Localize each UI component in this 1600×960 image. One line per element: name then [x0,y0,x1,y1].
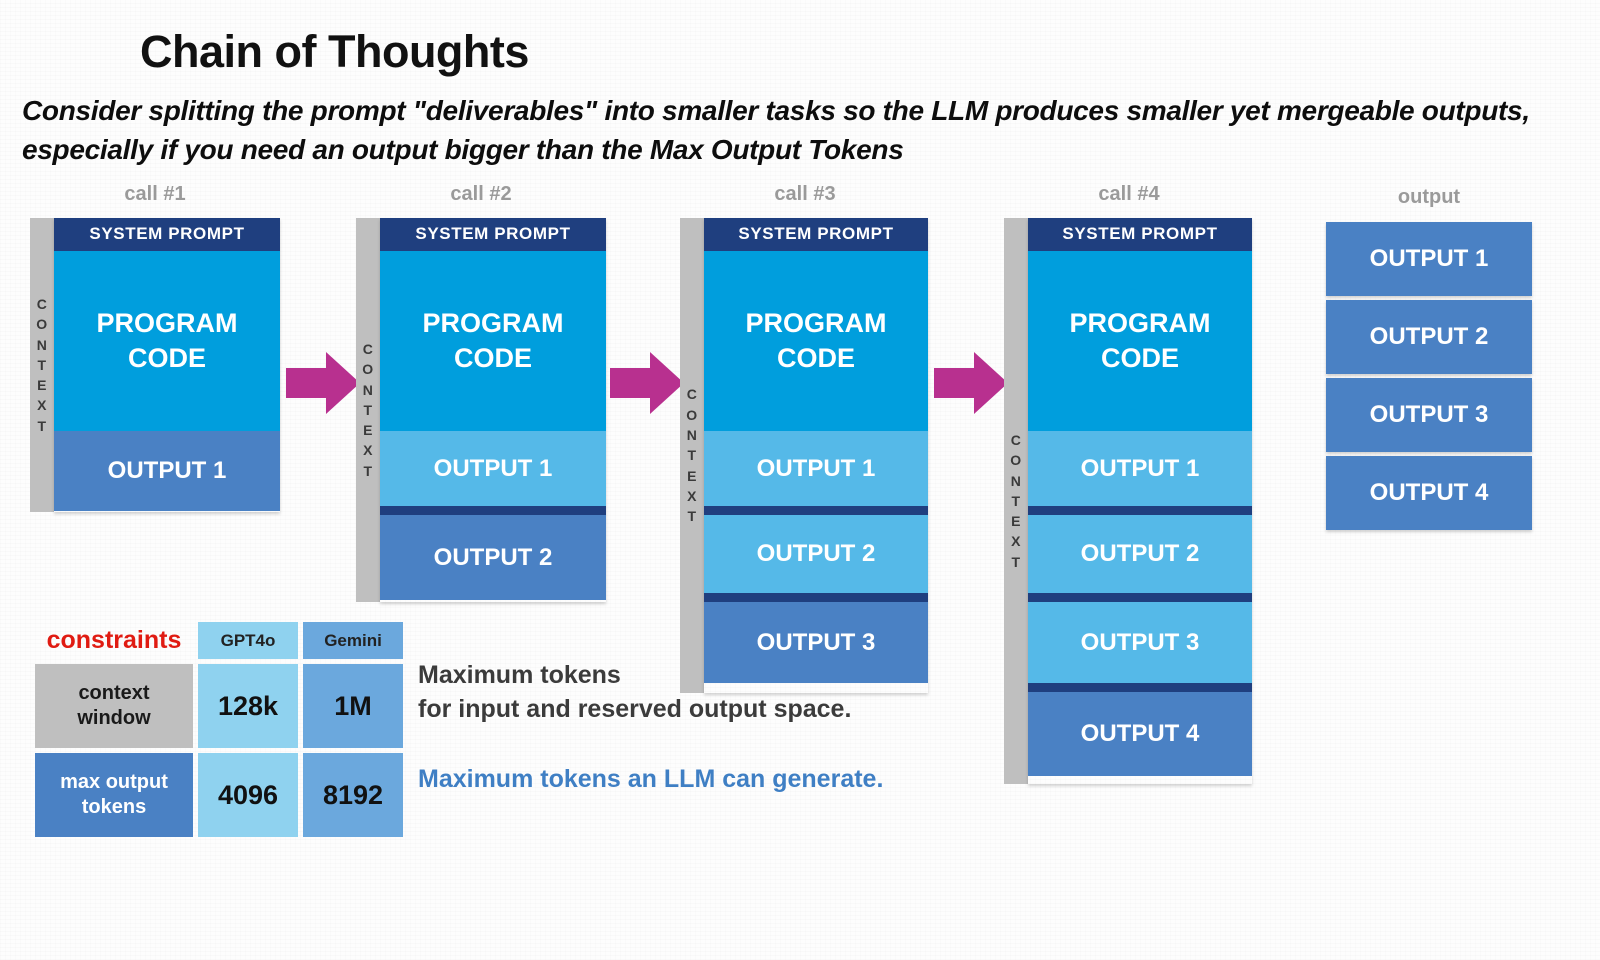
context-letter: N [1010,472,1022,489]
context-letter: X [1011,533,1021,550]
output-block-4-3: OUTPUT 3 [1028,602,1252,683]
call-column-4: C O N T E X T SYSTEM PROMPT PROGRAM CODE… [1004,218,1252,784]
program-code-block: PROGRAM CODE [54,251,280,431]
context-letter: X [37,397,47,414]
context-letter: O [686,406,698,423]
context-letter: T [363,401,373,418]
context-letter: T [1011,492,1021,509]
program-code-label: PROGRAM CODE [96,308,238,373]
context-letter: T [1011,553,1021,570]
context-letter: C [362,340,374,357]
column-header-gpt4o: GPT4o [198,622,298,659]
output-block-4-1: OUTPUT 1 [1028,431,1252,506]
context-letter: N [362,381,374,398]
constraints-title-cell: constraints [35,622,193,659]
system-prompt-block: SYSTEM PROMPT [1028,218,1252,251]
output-column-label: output [1397,186,1461,208]
constraints-title: constraints [46,626,182,654]
context-letter: E [687,467,697,484]
context-letter: E [1011,513,1021,530]
context-letter: C [36,295,48,312]
annotation-max-output-tokens: Maximum tokens an LLM can generate. [418,765,884,793]
context-letter: E [363,422,373,439]
row-label-max-output-tokens: max output tokens [35,753,193,837]
call-label-4: call #4 [1098,183,1160,205]
context-letter: N [686,427,698,444]
context-letter: O [1010,452,1022,469]
context-letter: T [687,447,697,464]
context-letter: O [362,361,374,378]
program-code-block: PROGRAM CODE [380,251,606,431]
context-bar-1: C O N T E X T [30,218,54,512]
right-arrow-icon-1 [286,352,360,414]
cell-max-output-tokens-gemini: 8192 [303,753,403,837]
context-bar-3: C O N T E X T [680,218,704,693]
output-separator [380,506,606,515]
slide-canvas: Chain of Thoughts Consider splitting the… [0,0,1600,960]
context-letter: X [363,442,373,459]
output-block-1-1: OUTPUT 1 [54,431,280,511]
cell-context-window-gemini: 1M [303,664,403,748]
output-block-3-1: OUTPUT 1 [704,431,928,506]
call-column-2: C O N T E X T SYSTEM PROMPT PROGRAM CODE… [356,218,606,602]
output-separator [704,593,928,602]
context-letter: T [37,356,47,373]
context-letter: O [36,316,48,333]
context-letter: N [36,336,48,353]
final-output-item-4: OUTPUT 4 [1326,456,1532,530]
output-separator [704,506,928,515]
output-block-2-1: OUTPUT 1 [380,431,606,506]
program-code-label: PROGRAM CODE [422,308,564,373]
context-letter: T [363,462,373,479]
call-stack-4: SYSTEM PROMPT PROGRAM CODE OUTPUT 1 OUTP… [1028,218,1252,784]
output-column: OUTPUT 1 OUTPUT 2 OUTPUT 3 OUTPUT 4 [1326,222,1532,534]
program-code-label: PROGRAM CODE [1069,308,1211,373]
cell-context-window-gpt4o: 128k [198,664,298,748]
context-letter: C [1010,431,1022,448]
call-label-3: call #3 [774,183,836,205]
table-header-row: constraints GPT4o Gemini [35,622,403,659]
context-bar-2: C O N T E X T [356,218,380,602]
context-letter: E [37,377,47,394]
output-separator [1028,683,1252,692]
context-letter: C [686,386,698,403]
page-title: Chain of Thoughts [140,26,529,77]
call-column-3: C O N T E X T SYSTEM PROMPT PROGRAM CODE… [680,218,928,693]
table-row: context window 128k 1M [35,664,403,748]
right-arrow-icon-2 [610,352,684,414]
call-column-1: C O N T E X T SYSTEM PROMPT PROGRAM CODE… [30,218,280,512]
final-output-item-3: OUTPUT 3 [1326,378,1532,452]
system-prompt-block: SYSTEM PROMPT [380,218,606,251]
context-letter: T [687,508,697,525]
final-output-item-1: OUTPUT 1 [1326,222,1532,296]
annotation-context-window: Maximum tokens for input and reserved ou… [418,661,852,723]
context-bar-4: C O N T E X T [1004,218,1028,784]
output-separator [1028,593,1252,602]
output-block-4-2: OUTPUT 2 [1028,515,1252,593]
program-code-block: PROGRAM CODE [704,251,928,431]
system-prompt-block: SYSTEM PROMPT [704,218,928,251]
context-letter: X [687,487,697,504]
column-header-gemini: Gemini [303,622,403,659]
call-stack-3: SYSTEM PROMPT PROGRAM CODE OUTPUT 1 OUTP… [704,218,928,693]
output-block-2-2: OUTPUT 2 [380,515,606,600]
context-letter: T [37,417,47,434]
call-stack-1: SYSTEM PROMPT PROGRAM CODE OUTPUT 1 [54,218,280,512]
output-separator [1028,506,1252,515]
program-code-block: PROGRAM CODE [1028,251,1252,431]
call-label-1: call #1 [124,183,186,205]
page-subtitle: Consider splitting the prompt "deliverab… [22,95,1530,165]
call-stack-2: SYSTEM PROMPT PROGRAM CODE OUTPUT 1 OUTP… [380,218,606,602]
row-label-context-window: context window [35,664,193,748]
final-output-item-2: OUTPUT 2 [1326,300,1532,374]
constraints-table: constraints GPT4o Gemini context window … [30,617,408,842]
table-row: max output tokens 4096 8192 [35,753,403,837]
output-block-4-4: OUTPUT 4 [1028,692,1252,776]
program-code-label: PROGRAM CODE [745,308,887,373]
right-arrow-icon-3 [934,352,1008,414]
cell-max-output-tokens-gpt4o: 4096 [198,753,298,837]
system-prompt-block: SYSTEM PROMPT [54,218,280,251]
output-block-3-2: OUTPUT 2 [704,515,928,593]
call-label-2: call #2 [450,183,512,205]
